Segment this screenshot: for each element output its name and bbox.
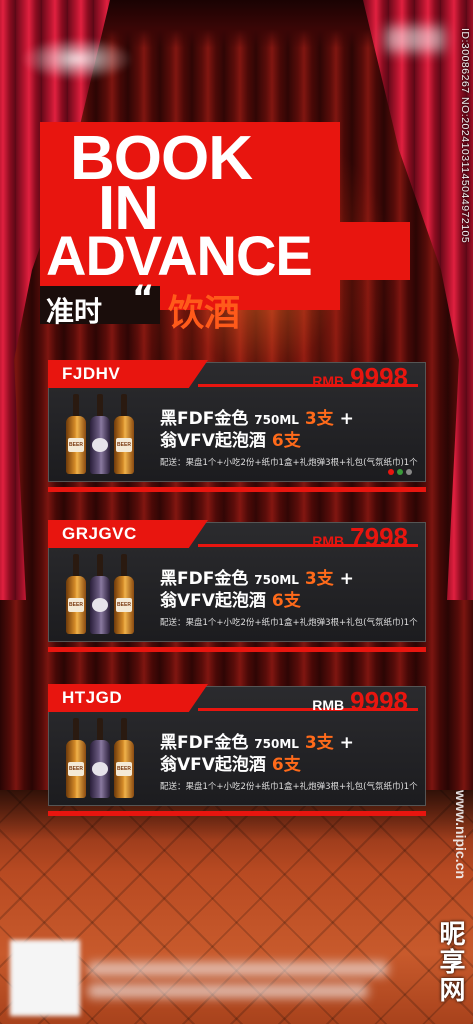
bottles-image: BEER BEER [66, 718, 134, 798]
price-currency: RMB [312, 533, 345, 549]
item-line-2: 翁VFV起泡酒 6支 [160, 591, 301, 611]
blurred-logo [22, 38, 132, 80]
package-card[interactable]: FJDHV RMB 9998 BEER BEER 黑FDF金色 750ML 3支 … [48, 360, 426, 492]
watermark-id: ID:30086267 NO:20241031145044972105 [459, 28, 471, 244]
price-currency: RMB [312, 373, 345, 389]
card-name-tab: HTJGD [48, 684, 208, 712]
blurred-footer-text [88, 962, 388, 976]
watermark-site: www.nipic.cn [453, 790, 469, 879]
delivery-detail: 配送：果盘1个+小吃2份+纸巾1盒+礼炮弹3根+礼包(气氛纸巾)1个 [160, 458, 418, 468]
sparkling-wine-bottle-icon [90, 394, 110, 474]
blurred-corner-mark [385, 26, 445, 52]
package-card[interactable]: HTJGD RMB 9998 BEER BEER 黑FDF金色 750ML 3支 … [48, 684, 426, 816]
sparkling-wine-bottle-icon [90, 554, 110, 634]
card-bottom-bar [48, 487, 426, 492]
price-value: 7998 [350, 522, 408, 552]
bottles-image: BEER BEER [66, 554, 134, 634]
card-name: FJDHV [62, 364, 121, 383]
delivery-detail: 配送：果盘1个+小吃2份+纸巾1盒+礼炮弹3根+礼包(气氛纸巾)1个 [160, 782, 418, 792]
package-card[interactable]: GRJGVC RMB 7998 BEER BEER 黑FDF金色 750ML 3支… [48, 520, 426, 652]
card-name-tab: GRJGVC [48, 520, 208, 548]
card-price: RMB 7998 [312, 522, 408, 553]
beer-bottle-icon: BEER [66, 394, 86, 474]
card-name: HTJGD [62, 688, 123, 707]
blurred-footer-text [88, 984, 368, 998]
status-dots [385, 460, 412, 479]
price-currency: RMB [312, 697, 345, 713]
price-value: 9998 [350, 686, 408, 716]
price-value: 9998 [350, 362, 408, 392]
card-bottom-bar [48, 811, 426, 816]
watermark-logo: 昵享网 [435, 920, 465, 1004]
card-bottom-bar [48, 647, 426, 652]
beer-bottle-icon: BEER [114, 394, 134, 474]
sparkling-wine-bottle-icon [90, 718, 110, 798]
blurred-qr-code [10, 940, 80, 1016]
card-price: RMB 9998 [312, 686, 408, 717]
beer-bottle-icon: BEER [114, 718, 134, 798]
card-name: GRJGVC [62, 524, 137, 543]
subtitle-quote-mark: “ [132, 278, 155, 318]
subtitle-on-time: 准时 [46, 295, 103, 328]
card-name-tab: FJDHV [48, 360, 208, 388]
beer-bottle-icon: BEER [66, 554, 86, 634]
beer-bottle-icon: BEER [114, 554, 134, 634]
title-line-advance: ADVANCE [46, 224, 313, 287]
item-line-2: 翁VFV起泡酒 6支 [160, 431, 301, 451]
beer-bottle-icon: BEER [66, 718, 86, 798]
card-price: RMB 9998 [312, 362, 408, 393]
bottles-image: BEER BEER [66, 394, 134, 474]
subtitle-drink: 饮酒 [168, 293, 241, 334]
delivery-detail: 配送：果盘1个+小吃2份+纸巾1盒+礼炮弹3根+礼包(气氛纸巾)1个 [160, 618, 418, 628]
item-line-2: 翁VFV起泡酒 6支 [160, 755, 301, 775]
